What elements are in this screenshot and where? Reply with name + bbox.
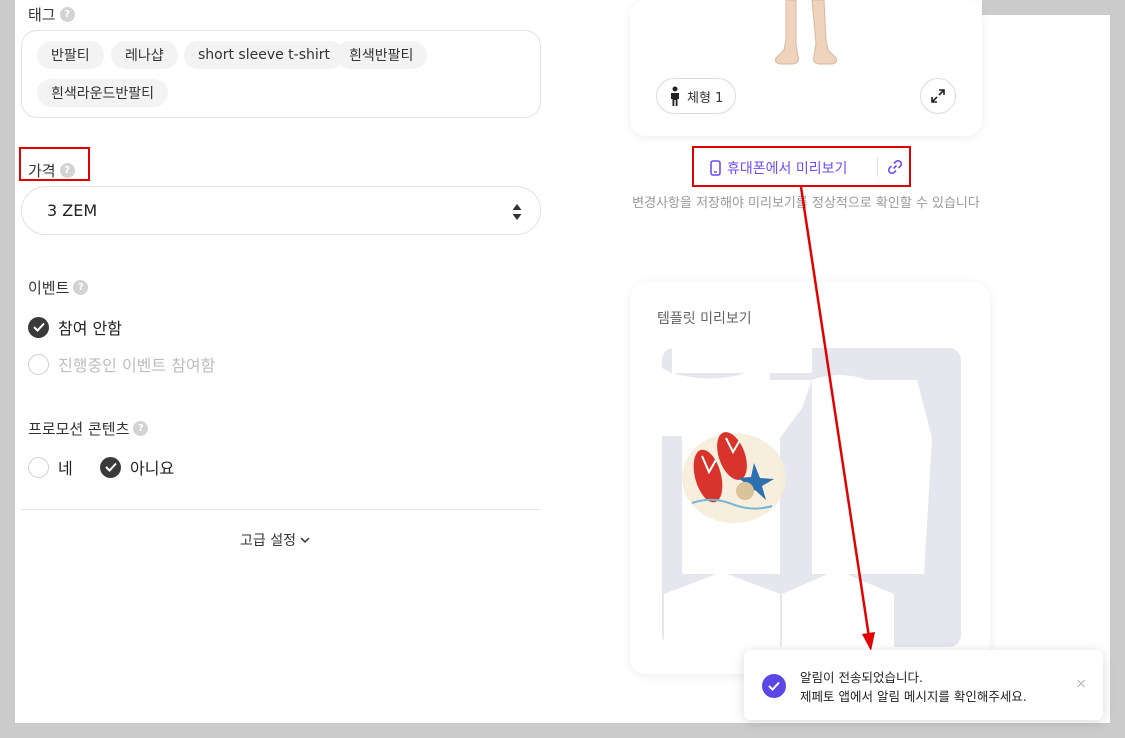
toast-notification: 알림이 전송되었습니다. 제페토 앱에서 알림 메시지를 확인해주세요. × xyxy=(744,650,1103,720)
toast-message: 알림이 전송되었습니다. 제페토 앱에서 알림 메시지를 확인해주세요. xyxy=(800,668,1027,706)
close-icon[interactable]: × xyxy=(1075,676,1087,692)
check-circle-icon xyxy=(762,674,786,698)
toast-line-2: 제페토 앱에서 알림 메시지를 확인해주세요. xyxy=(800,689,1027,704)
toast-line-1: 알림이 전송되었습니다. xyxy=(800,670,923,685)
annotation-arrow xyxy=(799,186,875,651)
